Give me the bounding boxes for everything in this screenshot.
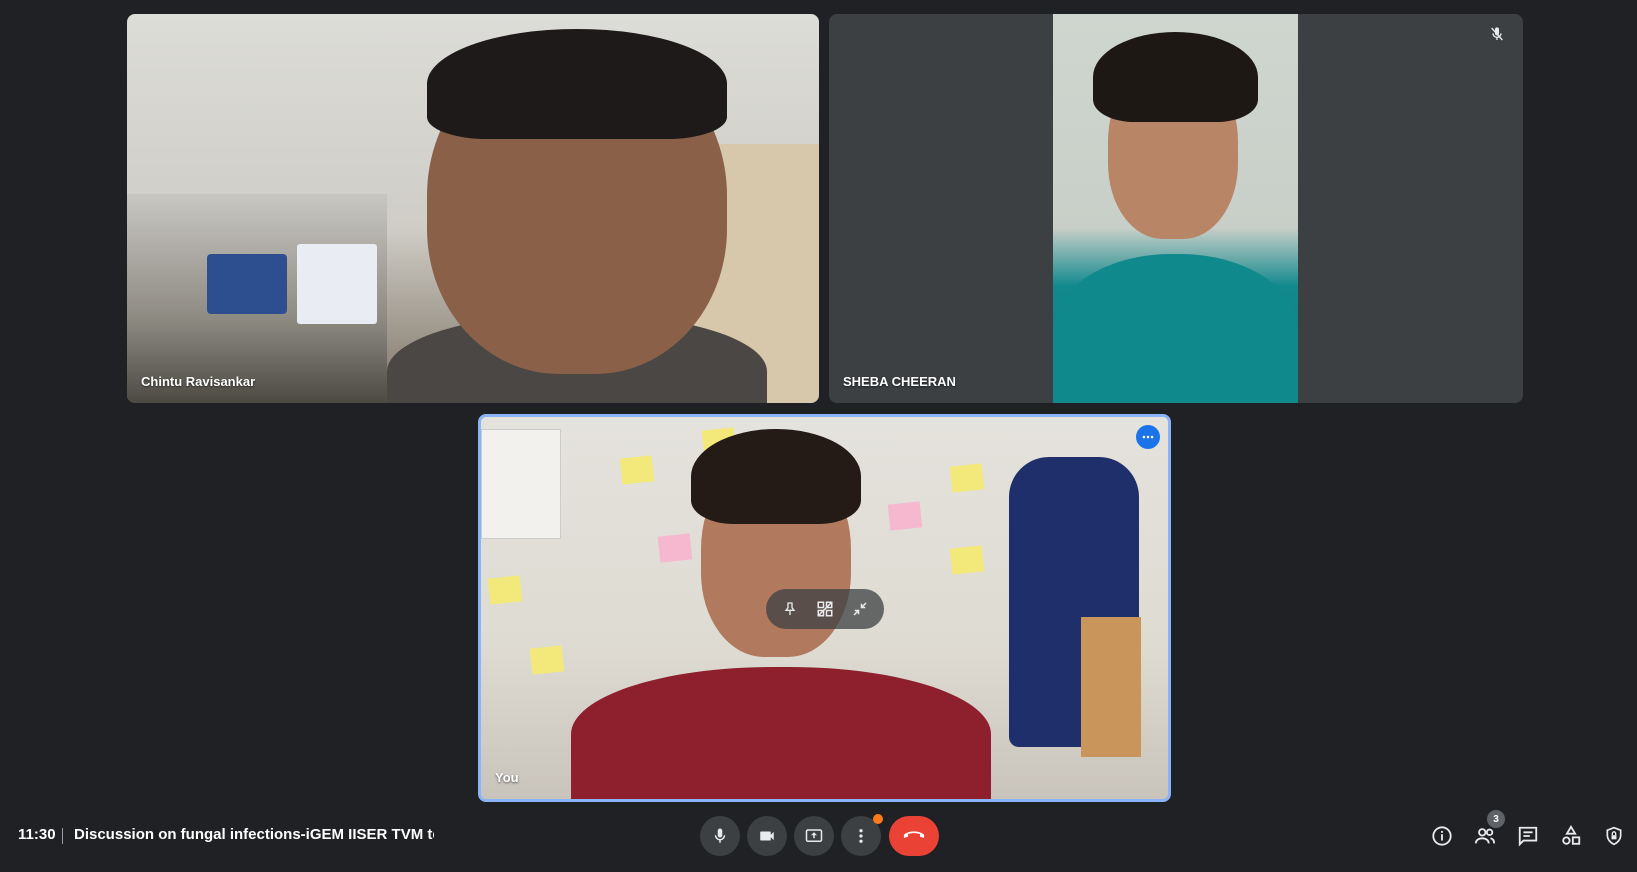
- sticky-note: [619, 455, 655, 485]
- microphone-button[interactable]: [700, 816, 740, 856]
- chat-icon: [1518, 826, 1538, 847]
- person-hair: [427, 29, 727, 139]
- more-options-icon[interactable]: [1136, 425, 1160, 449]
- people-icon: [1474, 828, 1496, 844]
- info-icon: [1432, 826, 1452, 846]
- tile-hover-controls: [766, 589, 884, 629]
- meeting-details-button[interactable]: [1426, 820, 1458, 852]
- end-call-icon: [903, 831, 925, 839]
- sticky-note: [529, 645, 565, 675]
- present-screen-button[interactable]: [794, 816, 834, 856]
- activities-icon: [1562, 825, 1581, 845]
- background-box-blue: [207, 254, 287, 314]
- activities-button[interactable]: [1555, 820, 1587, 852]
- participant-name: You: [495, 770, 519, 785]
- person-hair: [691, 429, 861, 524]
- present-screen-icon: [805, 829, 823, 842]
- camera-icon: [760, 831, 774, 841]
- participant-name: Chintu Ravisankar: [141, 374, 256, 389]
- paper-bag: [1081, 617, 1141, 757]
- sticky-note: [657, 533, 693, 563]
- meeting-title: Discussion on fungal infections-iGEM IIS…: [74, 826, 434, 843]
- end-call-button[interactable]: [889, 816, 939, 856]
- person-hair: [1093, 32, 1258, 122]
- more-vert-icon: [859, 829, 863, 843]
- participant-tile-self[interactable]: You: [478, 414, 1171, 802]
- notification-dot: [873, 814, 883, 824]
- sticky-note: [949, 545, 985, 575]
- chat-button[interactable]: [1512, 820, 1544, 852]
- background-box-white: [297, 244, 377, 324]
- people-button[interactable]: 3: [1469, 810, 1505, 852]
- minimize-icon[interactable]: [844, 593, 876, 625]
- participant-video: [1053, 14, 1298, 403]
- pin-icon[interactable]: [774, 593, 806, 625]
- person-body: [1053, 254, 1298, 403]
- divider: [62, 828, 63, 844]
- participant-name: SHEBA CHEERAN: [843, 374, 956, 389]
- meeting-toolbar: 11:30 Discussion on fungal infections-iG…: [0, 798, 1637, 872]
- current-time: 11:30: [18, 826, 56, 843]
- participant-tile-chintu[interactable]: Chintu Ravisankar: [127, 14, 819, 403]
- more-options-button[interactable]: [841, 814, 883, 856]
- person-body: [571, 667, 991, 799]
- camera-button[interactable]: [747, 816, 787, 856]
- people-count-badge: 3: [1487, 810, 1505, 828]
- host-controls-icon: [1606, 826, 1622, 846]
- remove-from-grid-icon[interactable]: [809, 593, 841, 625]
- wall-poster: [481, 429, 561, 539]
- sticky-note: [887, 501, 923, 531]
- host-controls-button[interactable]: [1598, 820, 1630, 852]
- sticky-note: [487, 575, 523, 605]
- sticky-note: [949, 463, 985, 493]
- mic-icon: [714, 828, 726, 843]
- mic-off-icon: [1487, 24, 1507, 44]
- participant-tile-sheba[interactable]: SHEBA CHEERAN: [829, 14, 1523, 403]
